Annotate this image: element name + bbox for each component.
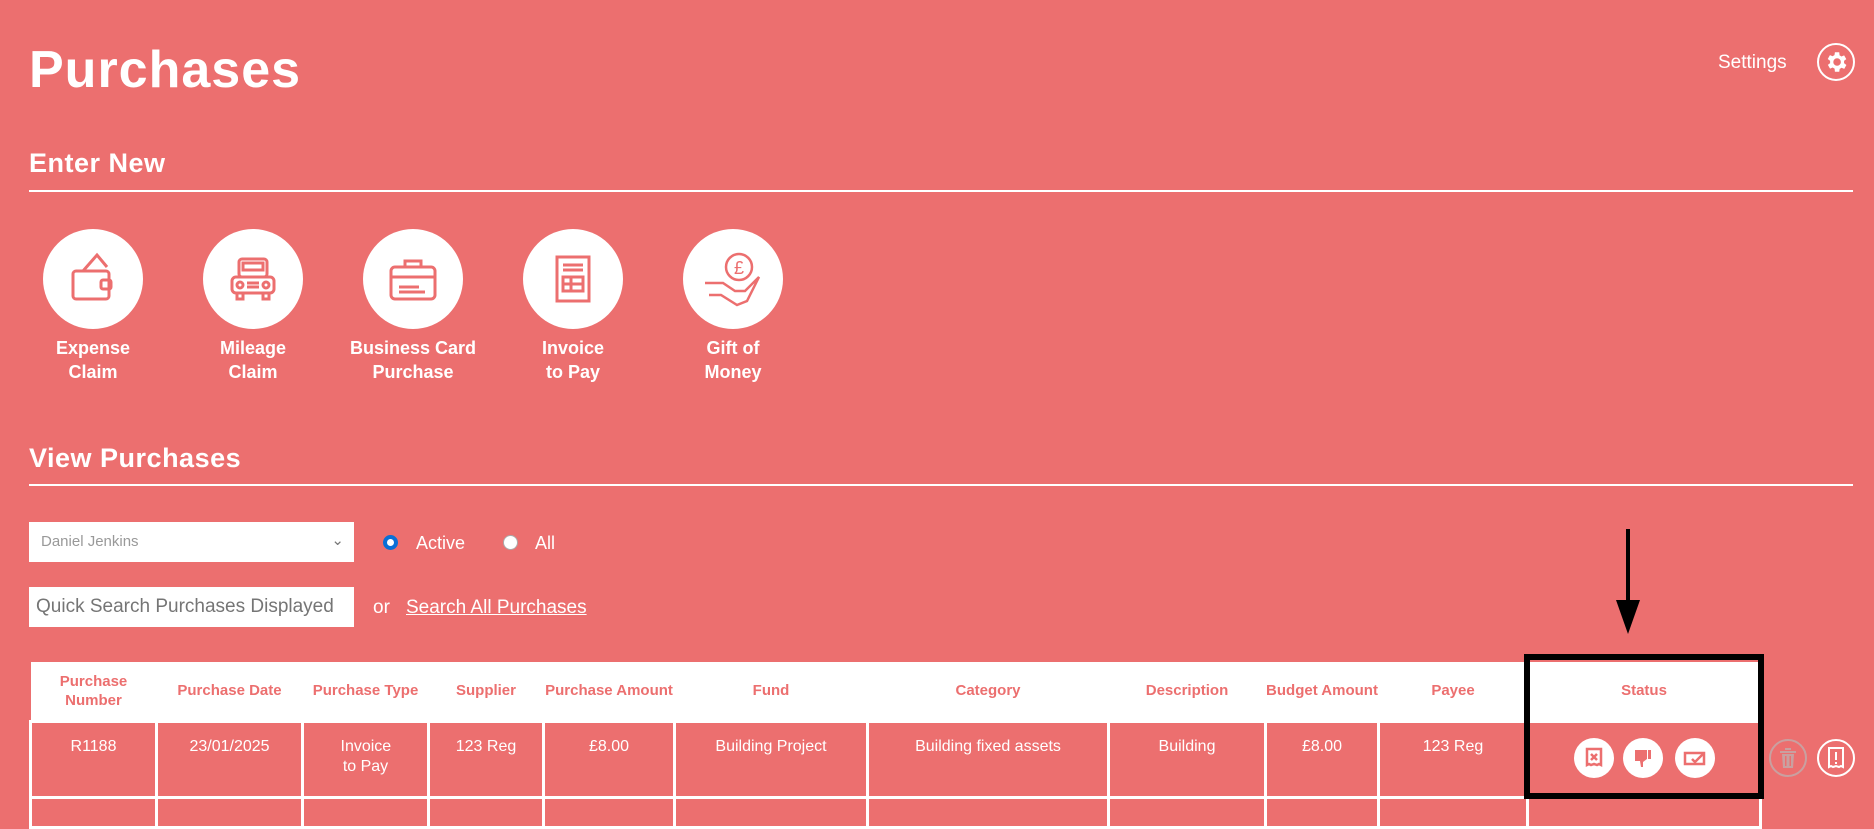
cell-amount: £8.00 <box>542 719 676 799</box>
receipt-alert-icon[interactable] <box>1817 739 1855 777</box>
active-label: Active <box>416 533 466 553</box>
trash-icon[interactable] <box>1769 739 1807 777</box>
col-description[interactable]: Description <box>1108 662 1266 721</box>
view-purchases-heading: View Purchases <box>29 443 242 473</box>
cell-supplier: 123 Reg <box>427 719 545 799</box>
col-fund[interactable]: Fund <box>674 662 868 721</box>
all-radio[interactable] <box>503 535 518 550</box>
annotation-highlight-box <box>1524 654 1764 799</box>
invoice-icon <box>555 255 591 303</box>
enter-new-heading: Enter New <box>29 148 166 178</box>
search-all-purchases-link[interactable]: Search All Purchases <box>406 597 587 619</box>
chevron-down-icon: ⌄ <box>331 532 344 549</box>
mileage-claim-button[interactable]: Mileage Claim <box>173 229 333 384</box>
user-select[interactable]: Daniel Jenkins ⌄ <box>29 522 354 562</box>
col-purchase-date[interactable]: Purchase Date <box>156 662 303 721</box>
business-card-purchase-button[interactable]: Business Card Purchase <box>333 229 493 384</box>
cell-description: Building <box>1107 719 1267 799</box>
hand-pound-coin-icon: £ <box>705 252 761 307</box>
purchases-table: Purchase Number Purchase Date Purchase T… <box>29 662 1762 829</box>
table-header: Purchase Number Purchase Date Purchase T… <box>30 662 1761 721</box>
briefcase-card-icon <box>389 259 437 301</box>
annotation-arrow <box>1626 529 1630 605</box>
divider <box>29 484 1853 486</box>
wallet-icon <box>71 252 113 301</box>
page-title: Purchases <box>29 41 302 99</box>
gear-icon[interactable] <box>1817 43 1855 81</box>
cell-budget: £8.00 <box>1264 719 1380 799</box>
col-supplier[interactable]: Supplier <box>428 662 544 721</box>
col-purchase-amount[interactable]: Purchase Amount <box>543 662 675 721</box>
cell-payee: 123 Reg <box>1377 719 1529 799</box>
cell-type: Invoice to Pay <box>301 719 430 799</box>
annotation-arrowhead <box>1616 600 1640 634</box>
col-budget-amount[interactable]: Budget Amount <box>1265 662 1379 721</box>
table-row[interactable]: R1188 23/01/2025 Invoice to Pay 123 Reg … <box>29 719 1762 799</box>
expense-claim-button[interactable]: Expense Claim <box>13 229 173 384</box>
cell-category: Building fixed assets <box>866 719 1110 799</box>
col-purchase-type[interactable]: Purchase Type <box>302 662 429 721</box>
col-payee[interactable]: Payee <box>1378 662 1528 721</box>
settings-link[interactable]: Settings <box>1718 52 1787 74</box>
quick-search-input[interactable] <box>29 587 354 627</box>
or-label: or <box>373 597 390 618</box>
col-purchase-number[interactable]: Purchase Number <box>30 662 157 721</box>
all-label: All <box>535 533 556 553</box>
cell-fund: Building Project <box>673 719 869 799</box>
cell-date: 23/01/2025 <box>155 719 304 799</box>
divider <box>29 190 1853 192</box>
svg-text:£: £ <box>734 258 744 278</box>
col-category[interactable]: Category <box>867 662 1109 721</box>
car-icon <box>230 257 276 301</box>
invoice-to-pay-button[interactable]: Invoice to Pay <box>493 229 653 384</box>
cell-number: R1188 <box>29 719 158 799</box>
active-radio[interactable] <box>383 535 398 550</box>
gift-of-money-button[interactable]: £ Gift of Money <box>653 229 813 384</box>
table-row[interactable] <box>29 795 1762 829</box>
